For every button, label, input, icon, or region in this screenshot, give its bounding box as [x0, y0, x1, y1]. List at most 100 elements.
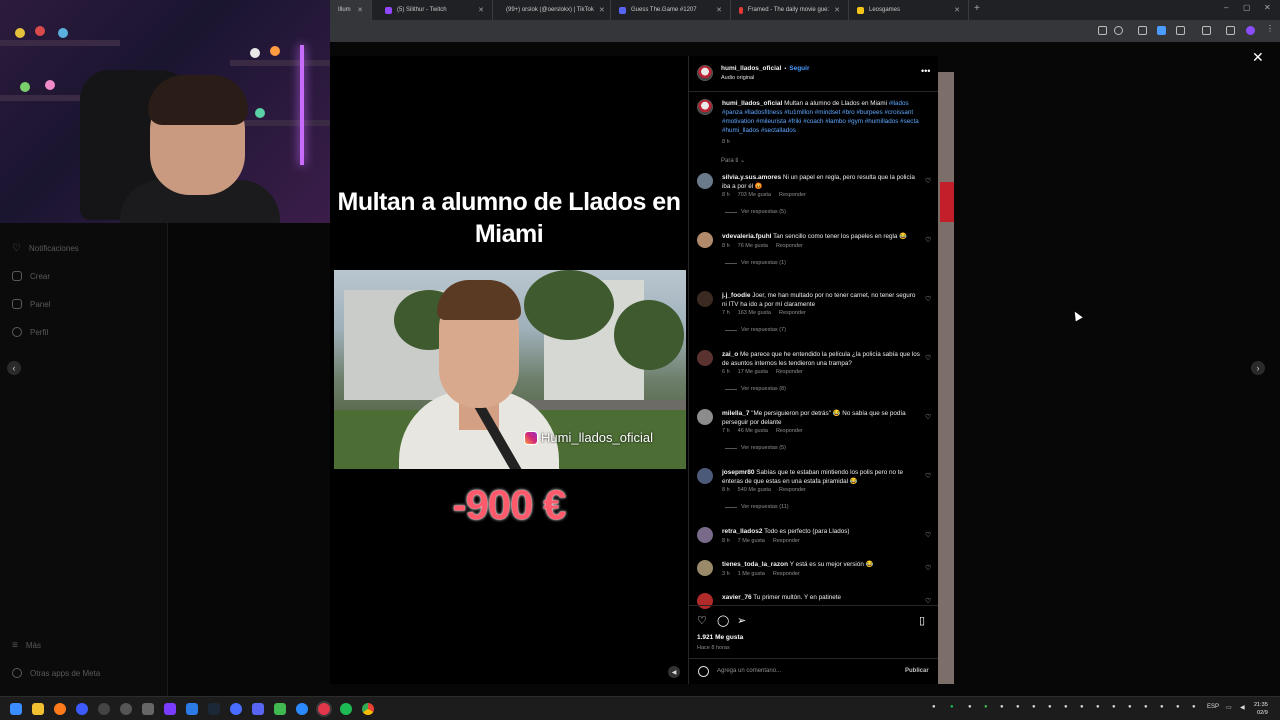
- save-bookmark-icon[interactable]: ▯: [919, 614, 925, 627]
- tab-guess-the-game[interactable]: Guess The.Game #1207 ✕: [611, 0, 731, 20]
- reply-button[interactable]: Responder: [779, 487, 806, 493]
- comment-likes[interactable]: 17 Me gusta: [738, 369, 768, 375]
- close-icon[interactable]: ✕: [834, 6, 840, 14]
- tab-leosgames[interactable]: Leosgames ✕: [849, 0, 969, 20]
- tray-icon[interactable]: ●: [1128, 704, 1132, 710]
- close-modal-icon[interactable]: ✕: [1252, 50, 1264, 64]
- tray-icon[interactable]: ●: [1112, 704, 1116, 710]
- post-media[interactable]: Multan a alumno de Llados en Miami Humi_…: [330, 56, 688, 684]
- commenter-avatar[interactable]: [697, 232, 713, 248]
- close-icon[interactable]: ✕: [716, 6, 722, 14]
- comment-like-icon[interactable]: ♡: [925, 564, 931, 572]
- chrome-icon[interactable]: [362, 703, 374, 715]
- obs-icon[interactable]: [318, 703, 330, 715]
- reply-button[interactable]: Responder: [773, 538, 800, 544]
- steam-icon[interactable]: [208, 703, 220, 715]
- reply-button[interactable]: Responder: [773, 571, 800, 577]
- side-panel-icon[interactable]: [1226, 26, 1235, 35]
- tab-current[interactable]: Illum ✕: [330, 0, 372, 20]
- app-icon[interactable]: [230, 703, 242, 715]
- sidebar-item-profile[interactable]: Perfil: [12, 327, 48, 337]
- mute-icon[interactable]: ◀: [668, 666, 680, 678]
- volume-icon[interactable]: ◀: [1240, 704, 1245, 711]
- window-close-icon[interactable]: ✕: [1264, 3, 1271, 12]
- next-post-preview[interactable]: [938, 72, 954, 684]
- commenter-avatar[interactable]: [697, 291, 713, 307]
- maximize-icon[interactable]: ▢: [1243, 3, 1251, 12]
- comment-like-icon[interactable]: ♡: [925, 236, 931, 244]
- comment-like-icon[interactable]: ♡: [925, 177, 931, 185]
- search-icon[interactable]: [54, 703, 66, 715]
- commenter-username[interactable]: josepmr80: [722, 469, 755, 476]
- bookmark-icon[interactable]: [1202, 26, 1211, 35]
- commenter-username[interactable]: retra_llados2: [722, 528, 762, 535]
- reply-button[interactable]: Responder: [776, 243, 803, 249]
- windows-start-icon[interactable]: [10, 703, 22, 715]
- comment-like-icon[interactable]: ♡: [925, 295, 931, 303]
- view-replies-button[interactable]: Ver respuestas (8): [725, 386, 786, 392]
- comment-likes[interactable]: 1 Me gusta: [738, 571, 765, 577]
- commenter-username[interactable]: silvia.y.sus.amores: [722, 174, 781, 181]
- tab-tiktok[interactable]: (99+) orslok (@oerslokx) | TikTok ✕: [493, 0, 611, 20]
- view-replies-button[interactable]: Ver respuestas (5): [725, 209, 786, 215]
- app-icon[interactable]: [274, 703, 286, 715]
- comment-input[interactable]: [717, 665, 897, 677]
- commenter-avatar[interactable]: [697, 468, 713, 484]
- tray-icon[interactable]: ●: [1048, 704, 1052, 710]
- sidebar-item-meta-apps[interactable]: Otras apps de Meta: [12, 668, 100, 678]
- tray-icon[interactable]: ●: [984, 704, 988, 710]
- app-icon[interactable]: [186, 703, 198, 715]
- comment-likes[interactable]: 76 Me gusta: [738, 243, 768, 249]
- previous-post-arrow[interactable]: ‹: [7, 361, 21, 375]
- language-indicator[interactable]: ESP: [1207, 704, 1219, 710]
- tray-icon[interactable]: ●: [1160, 704, 1164, 710]
- emoji-icon[interactable]: [698, 666, 709, 677]
- sidebar-item-create[interactable]: Crear: [12, 271, 50, 281]
- new-tab-icon[interactable]: +: [974, 3, 980, 14]
- sidebar-item-dashboard[interactable]: Panel: [12, 299, 50, 309]
- like-count[interactable]: 1.921 Me gusta: [697, 634, 743, 641]
- more-options-icon[interactable]: •••: [921, 66, 930, 76]
- reply-button[interactable]: Responder: [779, 310, 806, 316]
- follow-button[interactable]: Seguir: [789, 65, 809, 72]
- monitor-icon[interactable]: ▭: [1226, 704, 1232, 711]
- app-icon[interactable]: [296, 703, 308, 715]
- commenter-username[interactable]: zai_o: [722, 351, 738, 358]
- tray-icon[interactable]: ●: [1096, 704, 1100, 710]
- reply-button[interactable]: Responder: [779, 192, 806, 198]
- view-replies-button[interactable]: Ver respuestas (11): [725, 504, 789, 510]
- sidebar-item-more[interactable]: ≡ Más: [12, 640, 41, 651]
- comment-like-icon[interactable]: ♡: [925, 531, 931, 539]
- spotify-icon[interactable]: [340, 703, 352, 715]
- view-replies-button[interactable]: Ver respuestas (7): [725, 327, 786, 333]
- author-avatar[interactable]: [697, 65, 713, 81]
- tray-icon[interactable]: ●: [1080, 704, 1084, 710]
- reply-button[interactable]: Responder: [776, 369, 803, 375]
- comment-likes[interactable]: 7 Me gusta: [738, 538, 765, 544]
- close-icon[interactable]: ✕: [478, 6, 484, 14]
- tray-icon[interactable]: ●: [1176, 704, 1180, 710]
- profile-avatar-icon[interactable]: [1246, 26, 1255, 35]
- comment-likes[interactable]: 46 Me gusta: [738, 428, 768, 434]
- discord-icon[interactable]: [252, 703, 264, 715]
- tab-twitch[interactable]: (5) Silithur - Twitch ✕: [377, 0, 493, 20]
- kebab-menu-icon[interactable]: ⋮: [1266, 24, 1275, 33]
- app-icon[interactable]: [76, 703, 88, 715]
- view-replies-button[interactable]: Ver respuestas (5): [725, 445, 786, 451]
- system-clock[interactable]: 21:35 02/9: [1254, 701, 1268, 717]
- commenter-avatar[interactable]: [697, 560, 713, 576]
- app-icon[interactable]: [120, 703, 132, 715]
- like-heart-icon[interactable]: ♡: [697, 614, 707, 627]
- spotify-tray-icon[interactable]: ●: [950, 704, 954, 710]
- comment-icon[interactable]: ◯: [717, 614, 729, 627]
- publish-button[interactable]: Publicar: [905, 668, 929, 674]
- commenter-username[interactable]: milella_7: [722, 410, 749, 417]
- comment-like-icon[interactable]: ♡: [925, 472, 931, 480]
- puzzle-icon[interactable]: [1176, 26, 1185, 35]
- file-explorer-icon[interactable]: [32, 703, 44, 715]
- app-icon[interactable]: [164, 703, 176, 715]
- install-icon[interactable]: [1098, 26, 1107, 35]
- close-icon[interactable]: ✕: [599, 6, 605, 14]
- commenter-avatar[interactable]: [697, 350, 713, 366]
- next-post-arrow[interactable]: ›: [1251, 361, 1265, 375]
